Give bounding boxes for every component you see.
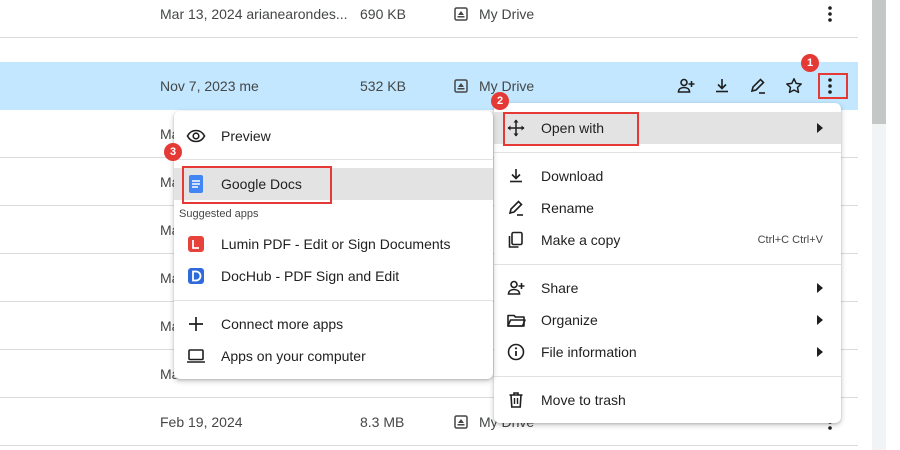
annotation-badge-2: 2 xyxy=(491,92,509,110)
menu-item-organize[interactable]: Organize xyxy=(494,304,841,336)
scrollbar-thumb[interactable] xyxy=(872,0,886,124)
table-row[interactable]: Mar 13, 2024 arianearondes... 690 KB My … xyxy=(0,0,858,38)
modified-cell: Mar 13, 2024 arianearondes... xyxy=(160,6,348,22)
menu-item-label: Open with xyxy=(541,120,605,136)
menu-item-label: Download xyxy=(541,168,604,184)
size-cell: 690 KB xyxy=(360,6,406,22)
submenu-arrow-icon xyxy=(815,123,825,133)
open-with-submenu: Preview Google Docs Suggested apps Lumin… xyxy=(174,111,493,379)
row-actions xyxy=(674,74,842,98)
drive-icon xyxy=(453,6,469,22)
google-docs-icon xyxy=(186,174,206,194)
menu-item-label: DocHub - PDF Sign and Edit xyxy=(221,268,400,284)
submenu-arrow-icon xyxy=(815,347,825,357)
trash-icon xyxy=(506,390,526,410)
menu-item-label: File information xyxy=(541,344,637,360)
menu-item-label: Lumin PDF - Edit or Sign Documents xyxy=(221,236,451,252)
rename-pencil-icon xyxy=(506,198,526,218)
location-cell: My Drive xyxy=(453,0,613,38)
drive-icon xyxy=(453,414,469,430)
folder-open-icon xyxy=(506,310,526,330)
menu-item-connect-more-apps[interactable]: Connect more apps xyxy=(174,308,493,340)
submenu-arrow-icon xyxy=(815,315,825,325)
menu-divider xyxy=(174,300,493,301)
keyboard-shortcut: Ctrl+C Ctrl+V xyxy=(757,234,823,246)
annotation-badge-1: 1 xyxy=(801,54,819,72)
more-vert-icon[interactable] xyxy=(818,74,842,98)
menu-item-label: Preview xyxy=(221,128,271,144)
laptop-icon xyxy=(186,346,206,366)
menu-item-label: Connect more apps xyxy=(221,316,344,332)
menu-divider xyxy=(494,376,841,377)
context-menu: Open with Download Rename Make a copy Ct… xyxy=(494,103,841,423)
download-icon[interactable] xyxy=(710,74,734,98)
menu-item-make-copy[interactable]: Make a copy Ctrl+C Ctrl+V xyxy=(494,224,841,256)
menu-item-label: Move to trash xyxy=(541,392,626,408)
location-label: My Drive xyxy=(479,6,535,22)
menu-item-preview[interactable]: Preview xyxy=(174,120,493,152)
menu-item-dochub[interactable]: DocHub - PDF Sign and Edit xyxy=(174,260,493,292)
modified-cell: Nov 7, 2023 me xyxy=(160,78,259,94)
menu-item-label: Google Docs xyxy=(221,176,302,192)
menu-divider xyxy=(174,159,493,160)
menu-item-label: Apps on your computer xyxy=(221,348,366,364)
menu-item-open-with[interactable]: Open with xyxy=(494,112,841,144)
share-person-add-icon xyxy=(506,278,526,298)
suggested-apps-header: Suggested apps xyxy=(179,208,259,220)
drive-icon xyxy=(453,78,469,94)
submenu-arrow-icon xyxy=(815,283,825,293)
menu-item-label: Rename xyxy=(541,200,594,216)
eye-icon xyxy=(186,126,206,146)
size-cell: 532 KB xyxy=(360,78,406,94)
annotation-badge-3: 3 xyxy=(164,143,182,161)
size-cell: 8.3 MB xyxy=(360,414,405,430)
menu-item-google-docs[interactable]: Google Docs xyxy=(174,168,493,200)
download-icon xyxy=(506,166,526,186)
menu-item-label: Share xyxy=(541,280,579,296)
vertical-scrollbar[interactable] xyxy=(872,0,886,450)
more-actions-button[interactable] xyxy=(818,2,842,26)
modified-cell: Feb 19, 2024 xyxy=(160,414,243,430)
dochub-icon xyxy=(186,266,206,286)
menu-item-apps-on-computer[interactable]: Apps on your computer xyxy=(174,340,493,372)
rename-pencil-icon[interactable] xyxy=(746,74,770,98)
menu-item-share[interactable]: Share xyxy=(494,272,841,304)
share-person-add-icon[interactable] xyxy=(674,74,698,98)
menu-item-rename[interactable]: Rename xyxy=(494,192,841,224)
menu-item-label: Make a copy xyxy=(541,232,621,248)
menu-divider xyxy=(494,264,841,265)
copy-icon xyxy=(506,230,526,250)
info-icon xyxy=(506,342,526,362)
menu-item-download[interactable]: Download xyxy=(494,160,841,192)
lumin-pdf-icon xyxy=(186,234,206,254)
menu-item-label: Organize xyxy=(541,312,598,328)
menu-divider xyxy=(494,152,841,153)
move-arrows-icon xyxy=(506,118,526,138)
menu-item-file-information[interactable]: File information xyxy=(494,336,841,368)
menu-item-lumin-pdf[interactable]: Lumin PDF - Edit or Sign Documents xyxy=(174,228,493,260)
star-icon[interactable] xyxy=(782,74,806,98)
menu-item-move-to-trash[interactable]: Move to trash xyxy=(494,384,841,416)
plus-icon xyxy=(186,314,206,334)
